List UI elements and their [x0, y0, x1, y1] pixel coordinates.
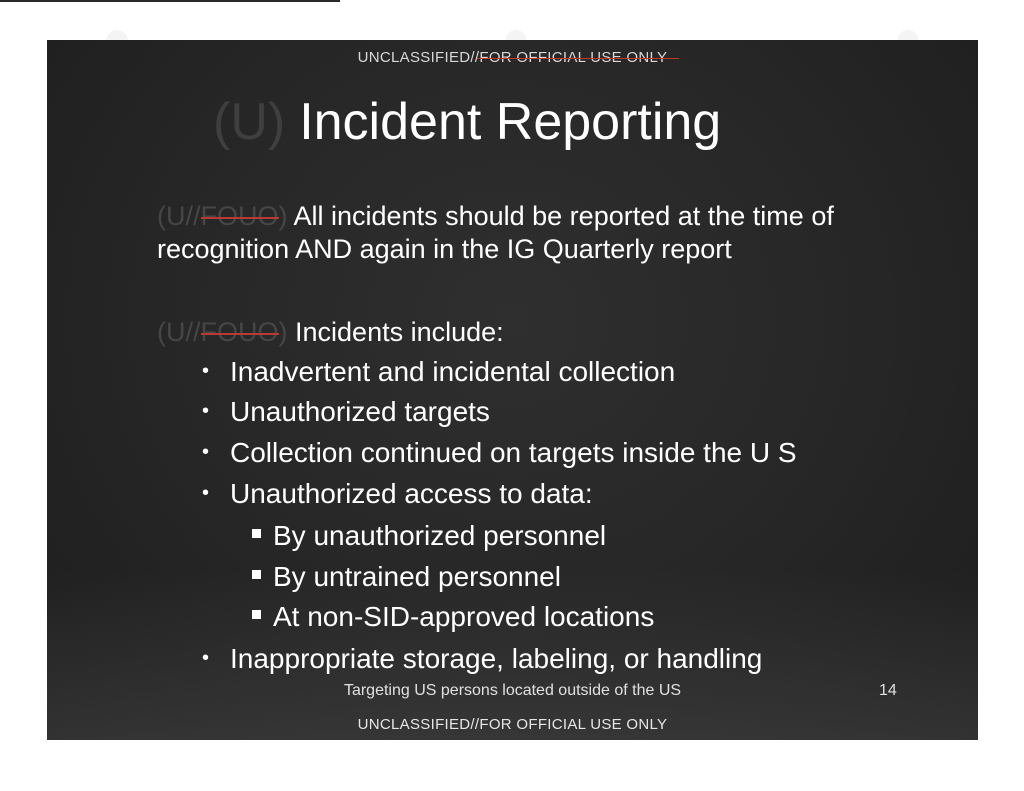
paragraph-text: Incidents include:: [295, 317, 504, 347]
square-bullet-icon: [252, 610, 261, 619]
list-item: • Inappropriate storage, labeling, or han…: [202, 643, 763, 674]
paragraph-incidents: (U//FOUO) Incidents include:: [157, 316, 947, 349]
bullet-icon: •: [202, 360, 210, 382]
title-text: Incident Reporting: [299, 93, 722, 151]
slide: UNCLASSIFIED//FOR OFFICIAL USE ONLY (U) I…: [47, 40, 978, 740]
classification-banner-bottom: UNCLASSIFIED//FOR OFFICIAL USE ONLY: [357, 716, 668, 733]
list-item: • Collection continued on targets inside …: [202, 437, 797, 468]
square-bullet-icon: [252, 529, 261, 538]
paragraph-reporting: (U//FOUO) All incidents should be report…: [157, 200, 947, 266]
sub-list-item: By unauthorized personnel: [252, 520, 606, 552]
square-bullet-icon: [252, 570, 261, 579]
bullet-icon: •: [202, 647, 210, 669]
portion-marking: (U//FOUO): [157, 317, 288, 347]
bullet-icon: •: [202, 482, 210, 504]
list-item: • Unauthorized access to data:: [202, 478, 593, 509]
fouo-struck: FOUO: [200, 201, 279, 231]
fouo-struck: FOUO: [200, 317, 279, 347]
bullet-icon: •: [202, 400, 210, 422]
title-marking: (U): [213, 93, 286, 151]
banner-prefix: UNCLASSIFIED//: [357, 49, 480, 66]
sub-list-item: At non-SID-approved locations: [252, 601, 654, 633]
sub-list-item: By untrained personnel: [252, 561, 561, 593]
bullet-icon: •: [202, 441, 210, 463]
slide-title: (U) Incident Reporting: [213, 92, 721, 152]
portion-marking: (U//FOUO): [157, 201, 288, 231]
banner-struck-text: FOR OFFICIAL USE ONLY: [479, 49, 668, 66]
classification-banner-top: UNCLASSIFIED//FOR OFFICIAL USE ONLY: [47, 49, 978, 66]
scan-artifact-line: [0, 0, 340, 2]
page-number: 14: [879, 682, 897, 699]
slide-footer-note: Targeting US persons located outside of …: [343, 682, 682, 699]
list-item: • Inadvertent and incidental collection: [202, 356, 676, 387]
list-item: • Unauthorized targets: [202, 396, 490, 427]
